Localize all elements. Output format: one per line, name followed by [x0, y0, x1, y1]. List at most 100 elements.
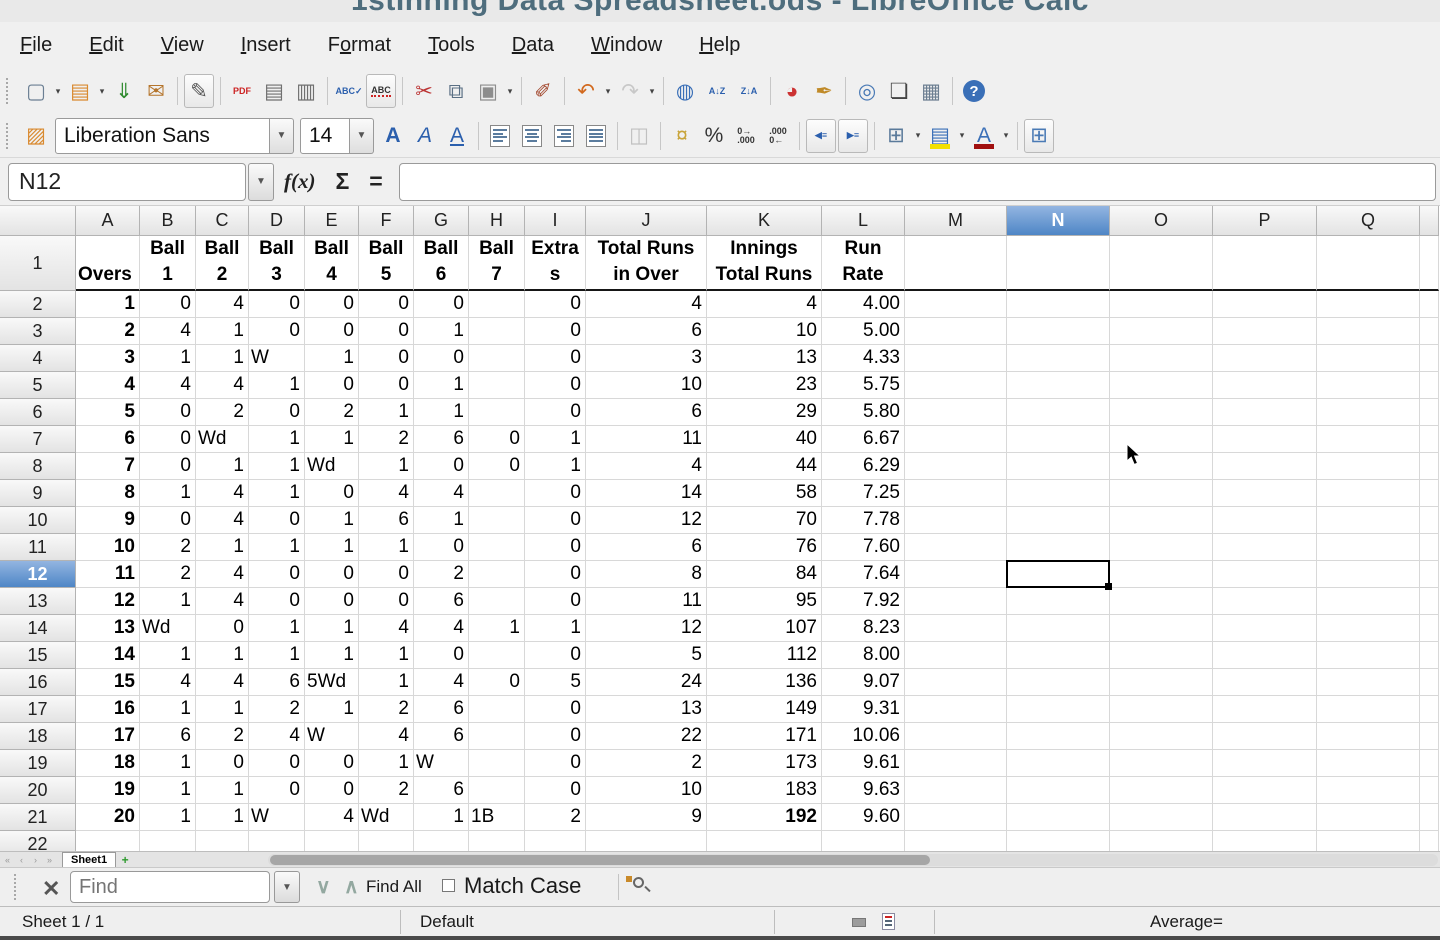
cell-I8[interactable]: 1	[525, 453, 586, 480]
column-header-G[interactable]: G	[414, 206, 469, 236]
row-header-21[interactable]: 21	[0, 804, 76, 831]
cell-B4[interactable]: 1	[140, 345, 196, 372]
cell-O9[interactable]	[1110, 480, 1213, 507]
cell-N3[interactable]	[1007, 318, 1110, 345]
column-header-partial[interactable]	[1420, 206, 1439, 236]
cell-J13[interactable]: 11	[586, 588, 707, 615]
cell-G20[interactable]: 6	[414, 777, 469, 804]
cell-partial2[interactable]	[1420, 291, 1439, 318]
cell-L7[interactable]: 6.67	[822, 426, 905, 453]
function-wizard-icon[interactable]: f(x)	[284, 169, 315, 194]
cell-E10[interactable]: 1	[305, 507, 359, 534]
cell-B7[interactable]: 0	[140, 426, 196, 453]
sort-ascending-icon[interactable]: A↓Z	[702, 74, 732, 108]
cell-D13[interactable]: 0	[249, 588, 305, 615]
open-folder-icon[interactable]: ▤	[65, 74, 95, 108]
cell-M8[interactable]	[905, 453, 1007, 480]
cell-K14[interactable]: 107	[707, 615, 822, 642]
cell-G14[interactable]: 4	[414, 615, 469, 642]
cell-H19[interactable]	[469, 750, 525, 777]
cell-P2[interactable]	[1213, 291, 1317, 318]
cell-Q5[interactable]	[1317, 372, 1420, 399]
header-cell-E1[interactable]: Ball 4	[305, 236, 359, 291]
cell-P11[interactable]	[1213, 534, 1317, 561]
cell-F14[interactable]: 4	[359, 615, 414, 642]
cell-E11[interactable]: 1	[305, 534, 359, 561]
cell-B9[interactable]: 1	[140, 480, 196, 507]
cell-B22[interactable]	[140, 831, 196, 851]
cell-partial12[interactable]	[1420, 561, 1439, 588]
help-icon[interactable]: ?	[959, 74, 989, 108]
document-modified-icon[interactable]	[882, 913, 895, 930]
cell-Q4[interactable]	[1317, 345, 1420, 372]
cell-A12[interactable]: 11	[76, 561, 140, 588]
cell-E9[interactable]: 0	[305, 480, 359, 507]
cell-O6[interactable]	[1110, 399, 1213, 426]
cell-C5[interactable]: 4	[196, 372, 249, 399]
last-sheet-icon[interactable]: »	[43, 853, 56, 866]
cell-A6[interactable]: 5	[76, 399, 140, 426]
row-header-12[interactable]: 12	[0, 561, 76, 588]
cell-B5[interactable]: 4	[140, 372, 196, 399]
cell-J22[interactable]	[586, 831, 707, 851]
find-next-icon[interactable]: ∨	[316, 874, 331, 899]
cell-P19[interactable]	[1213, 750, 1317, 777]
font-name-combo[interactable]: Liberation Sans ▼	[55, 118, 294, 154]
cell-N21[interactable]	[1007, 804, 1110, 831]
cell-B2[interactable]: 0	[140, 291, 196, 318]
increase-indent-icon[interactable]: ▶≡	[838, 119, 868, 153]
auto-spellcheck-icon[interactable]: ABC	[366, 74, 396, 108]
cell-D11[interactable]: 1	[249, 534, 305, 561]
cell-I15[interactable]: 0	[525, 642, 586, 669]
cell-J9[interactable]: 14	[586, 480, 707, 507]
cell-I13[interactable]: 0	[525, 588, 586, 615]
cell-H21[interactable]: 1B	[469, 804, 525, 831]
cell-N14[interactable]	[1007, 615, 1110, 642]
cell-E14[interactable]: 1	[305, 615, 359, 642]
cell-C13[interactable]: 4	[196, 588, 249, 615]
cell-O20[interactable]	[1110, 777, 1213, 804]
cell-H6[interactable]	[469, 399, 525, 426]
cell-B21[interactable]: 1	[140, 804, 196, 831]
cell-C3[interactable]: 1	[196, 318, 249, 345]
cell-A3[interactable]: 2	[76, 318, 140, 345]
cell-M22[interactable]	[905, 831, 1007, 851]
column-header-F[interactable]: F	[359, 206, 414, 236]
cell-E19[interactable]: 0	[305, 750, 359, 777]
cell-J11[interactable]: 6	[586, 534, 707, 561]
cell-L22[interactable]	[822, 831, 905, 851]
cell-partial14[interactable]	[1420, 615, 1439, 642]
formula-input-line[interactable]	[399, 163, 1436, 201]
cell-P5[interactable]	[1213, 372, 1317, 399]
cell-B18[interactable]: 6	[140, 723, 196, 750]
cell-C8[interactable]: 1	[196, 453, 249, 480]
cell-C9[interactable]: 4	[196, 480, 249, 507]
cell-M10[interactable]	[905, 507, 1007, 534]
cell-O22[interactable]	[1110, 831, 1213, 851]
redo-icon[interactable]: ↷	[615, 74, 645, 108]
cell-A14[interactable]: 13	[76, 615, 140, 642]
cell-Q2[interactable]	[1317, 291, 1420, 318]
row-header-14[interactable]: 14	[0, 615, 76, 642]
cell-D16[interactable]: 6	[249, 669, 305, 696]
cell-K11[interactable]: 76	[707, 534, 822, 561]
cell-O14[interactable]	[1110, 615, 1213, 642]
cut-icon[interactable]: ✂	[409, 74, 439, 108]
cell-L4[interactable]: 4.33	[822, 345, 905, 372]
cell-F3[interactable]: 0	[359, 318, 414, 345]
cell-A21[interactable]: 20	[76, 804, 140, 831]
cell-C20[interactable]: 1	[196, 777, 249, 804]
cell-B3[interactable]: 4	[140, 318, 196, 345]
export-pdf-icon[interactable]: PDF	[227, 74, 257, 108]
column-header-K[interactable]: K	[707, 206, 822, 236]
undo-icon[interactable]: ↶	[571, 74, 601, 108]
cell-B8[interactable]: 0	[140, 453, 196, 480]
cell-G2[interactable]: 0	[414, 291, 469, 318]
cell-N13[interactable]	[1007, 588, 1110, 615]
column-header-L[interactable]: L	[822, 206, 905, 236]
cell-O5[interactable]	[1110, 372, 1213, 399]
cell-C10[interactable]: 4	[196, 507, 249, 534]
cell-O11[interactable]	[1110, 534, 1213, 561]
find-all-button[interactable]: Find All	[366, 877, 422, 897]
cell-J6[interactable]: 6	[586, 399, 707, 426]
